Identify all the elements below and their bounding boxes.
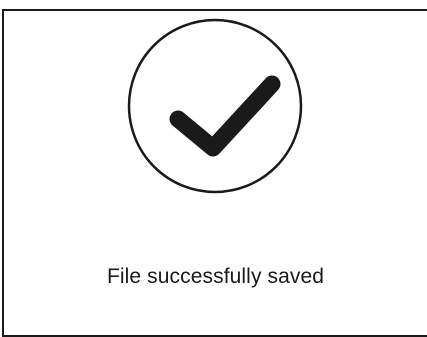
save-confirmation-dialog: File successfully saved — [2, 9, 427, 337]
icon-circle — [127, 18, 303, 194]
status-message: File successfully saved — [106, 265, 325, 288]
checkmark-circle-icon — [126, 17, 304, 195]
checkmark-icon — [169, 75, 281, 157]
